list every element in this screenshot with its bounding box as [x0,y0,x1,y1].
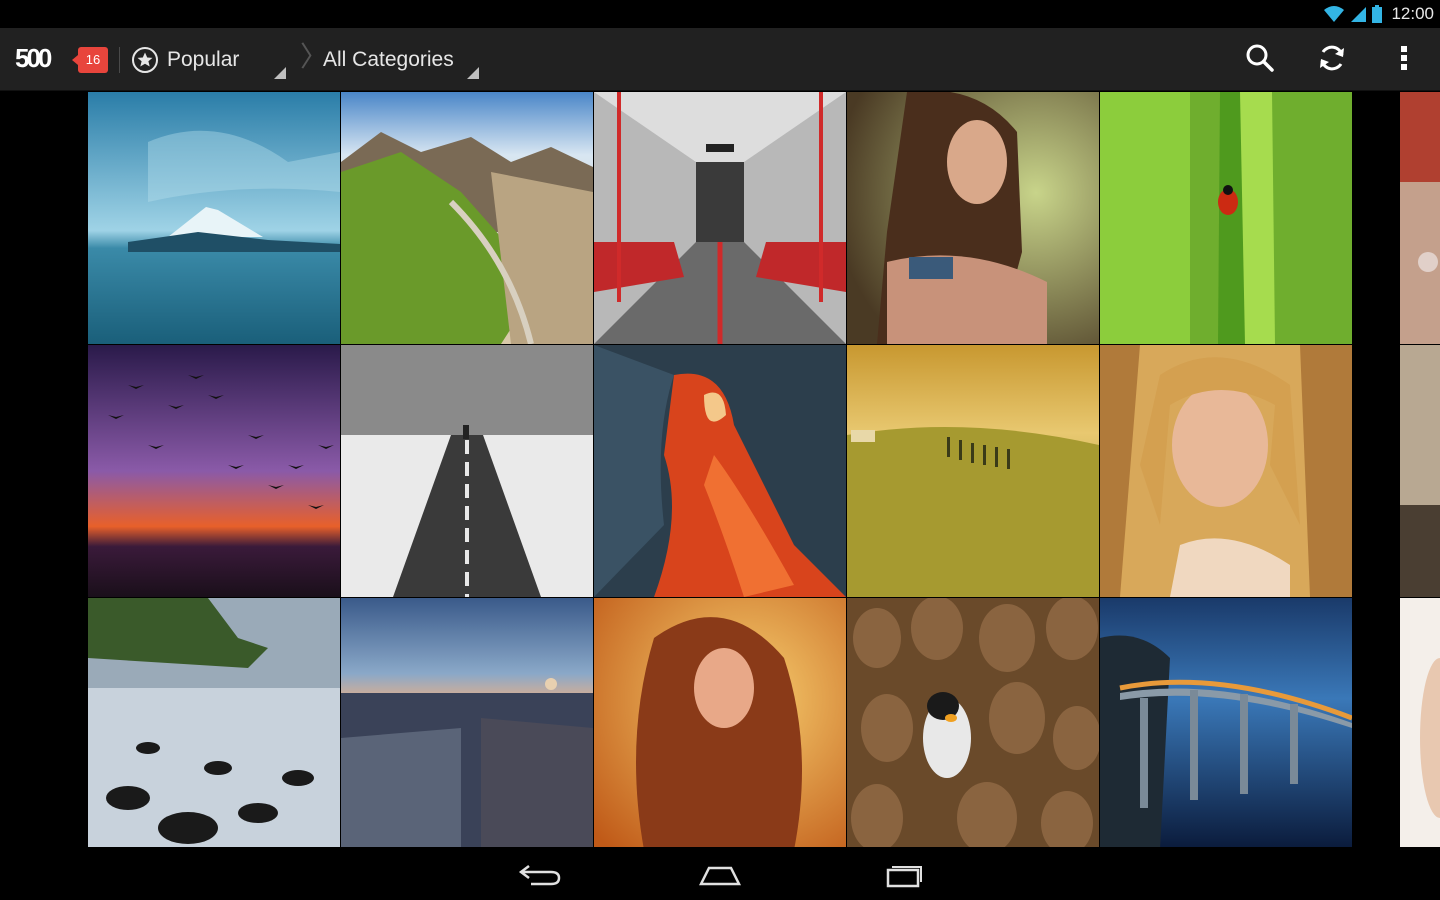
status-icons: 12:00 [1323,0,1434,28]
photo-tile-blonde-woman-golden-grass[interactable] [1100,345,1352,597]
category-selector[interactable]: All Categories [323,28,483,91]
photo-tile-ladybug-on-grass[interactable] [1100,92,1352,344]
photo-tile-birds-purple-sunset[interactable] [88,345,340,597]
signal-icon [1351,7,1367,22]
photo-tile-paris-rooftops-dusk[interactable] [341,598,593,850]
feed-selector[interactable]: Popular [131,28,287,91]
photo-tile-subway-car-interior[interactable] [594,92,846,344]
photo-tile-coastal-bridge-night[interactable] [1100,598,1352,850]
photo-tile-woman-red-hair-sunset[interactable] [594,598,846,850]
status-bar: 12:00 [0,0,1440,28]
photo-tile-red-sandstone-cave[interactable] [594,345,846,597]
divider [119,47,120,73]
home-icon[interactable] [695,858,745,892]
photo-tile-partial-portrait[interactable] [1400,598,1440,850]
photo-grid [0,91,1440,850]
photo-tile-partial-room[interactable] [1400,345,1440,597]
clock: 12:00 [1391,4,1434,23]
app-logo[interactable]: 500 [15,42,67,76]
category-selector-label: All Categories [323,47,454,71]
feed-selector-label: Popular [167,47,240,71]
refresh-icon[interactable] [1316,42,1348,74]
back-icon[interactable] [515,858,565,892]
photo-tile-rocky-beach-mist[interactable] [88,598,340,850]
dropdown-indicator-icon [467,67,479,79]
photo-tile-woman-portrait-bracelets[interactable] [847,92,1099,344]
recents-icon[interactable] [880,858,930,892]
logo-text: 500 [15,43,52,73]
photo-tile-king-penguin-colony[interactable] [847,598,1099,850]
wifi-icon [1324,6,1345,22]
more-vert-icon[interactable] [1388,42,1420,74]
notification-badge[interactable]: 16 [72,47,108,73]
dropdown-indicator-icon [274,67,286,79]
photo-tile-golden-hills-cypress[interactable] [847,345,1099,597]
star-circle-icon [132,46,158,73]
search-icon[interactable] [1244,42,1276,74]
photo-tile-blue-lake-mountain[interactable] [88,92,340,344]
photo-tile-green-mountain-valley[interactable] [341,92,593,344]
photo-tile-snowy-road-umbrella[interactable] [341,345,593,597]
photo-tile-partial-bokeh[interactable] [1400,92,1440,344]
battery-icon [1372,5,1383,23]
